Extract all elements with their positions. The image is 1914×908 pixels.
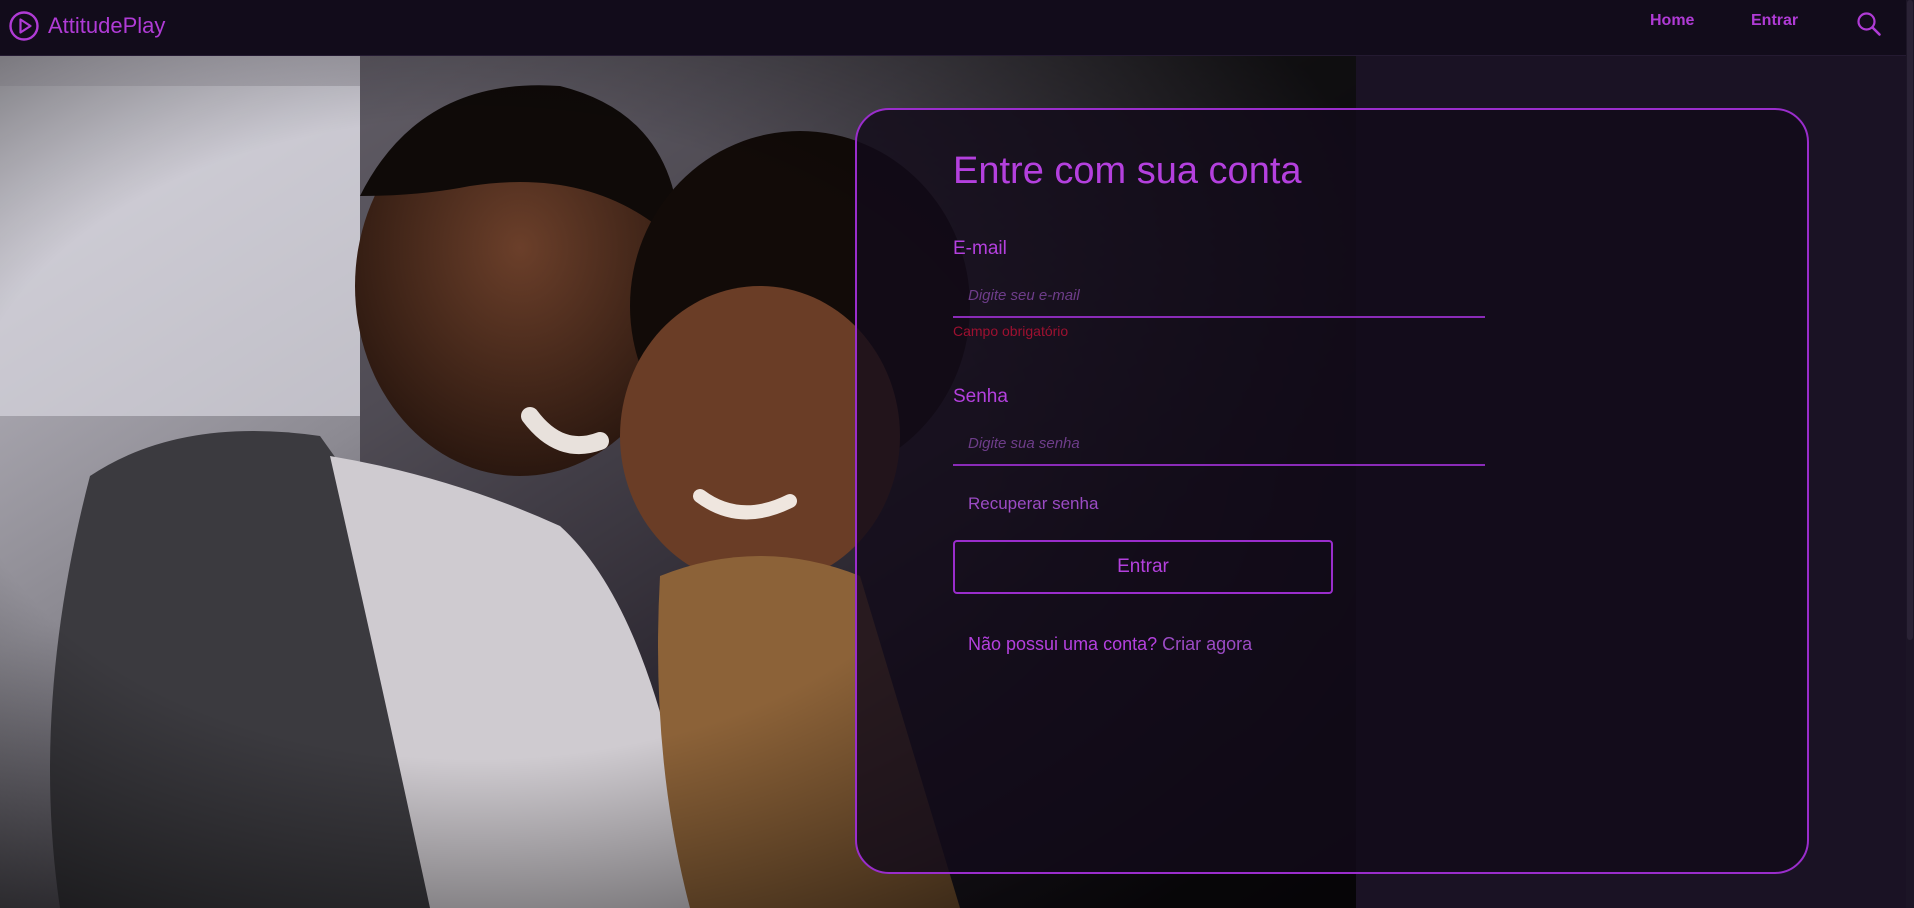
- search-icon: [1857, 12, 1881, 36]
- login-submit-button[interactable]: Entrar: [953, 540, 1333, 594]
- password-field[interactable]: [953, 422, 1485, 466]
- recover-password-link[interactable]: Recuperar senha: [968, 494, 1098, 514]
- create-account-link[interactable]: Criar agora: [1162, 634, 1252, 654]
- scrollbar-thumb[interactable]: [1907, 0, 1913, 640]
- brand-logo[interactable]: AttitudePlay: [8, 10, 165, 42]
- email-label: E-mail: [953, 238, 1007, 259]
- signup-prompt: Não possui uma conta? Criar agora: [968, 634, 1252, 655]
- nav-home-link[interactable]: Home: [1650, 12, 1694, 30]
- top-navbar: AttitudePlay Home Entrar: [0, 0, 1914, 56]
- password-label: Senha: [953, 386, 1008, 407]
- signup-question: Não possui uma conta?: [968, 634, 1158, 654]
- play-circle-icon: [9, 11, 39, 41]
- brand-name: AttitudePlay: [48, 13, 166, 38]
- login-title: Entre com sua conta: [953, 150, 1302, 192]
- nav-entrar-link[interactable]: Entrar: [1751, 12, 1798, 30]
- search-button[interactable]: [1856, 11, 1882, 37]
- email-field[interactable]: [953, 274, 1485, 318]
- email-error-message: Campo obrigatório: [953, 323, 1069, 339]
- login-card: Entre com sua conta E-mail Campo obrigat…: [855, 108, 1809, 874]
- page-scrollbar[interactable]: [1906, 0, 1914, 908]
